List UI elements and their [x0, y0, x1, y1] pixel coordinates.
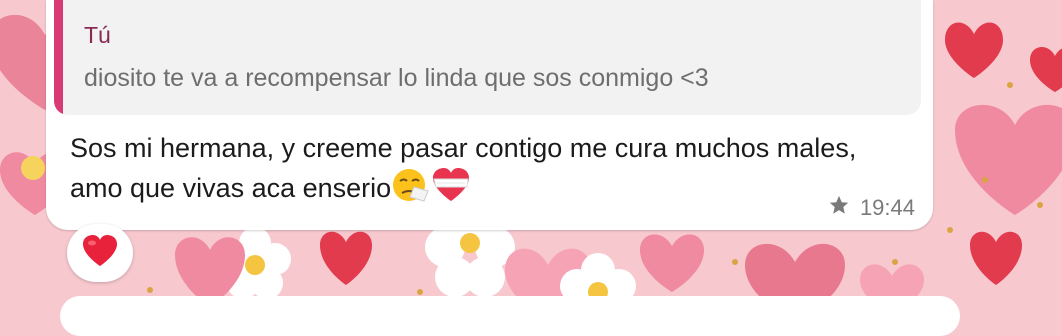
red-heart-emoji	[81, 234, 119, 273]
message-text-container: Sos mi hermana, y creeme pasar contigo m…	[70, 129, 910, 213]
quoted-author: Tú	[84, 22, 111, 48]
mending-heart-emoji	[431, 167, 471, 213]
message-bubble[interactable]: Tú diosito te va a recompensar lo linda …	[46, 0, 933, 230]
next-message-bubble[interactable]	[60, 296, 960, 336]
message-meta: 19:44	[828, 194, 915, 222]
quoted-message[interactable]: Tú diosito te va a recompensar lo linda …	[54, 0, 921, 115]
reaction-badge[interactable]	[67, 224, 133, 282]
message-time: 19:44	[859, 195, 915, 220]
quoted-text: diosito te va a recompensar lo linda que…	[84, 64, 709, 92]
quote-accent-bar	[54, 0, 63, 115]
star-icon	[828, 194, 850, 222]
sneezing-face-emoji	[392, 167, 430, 213]
